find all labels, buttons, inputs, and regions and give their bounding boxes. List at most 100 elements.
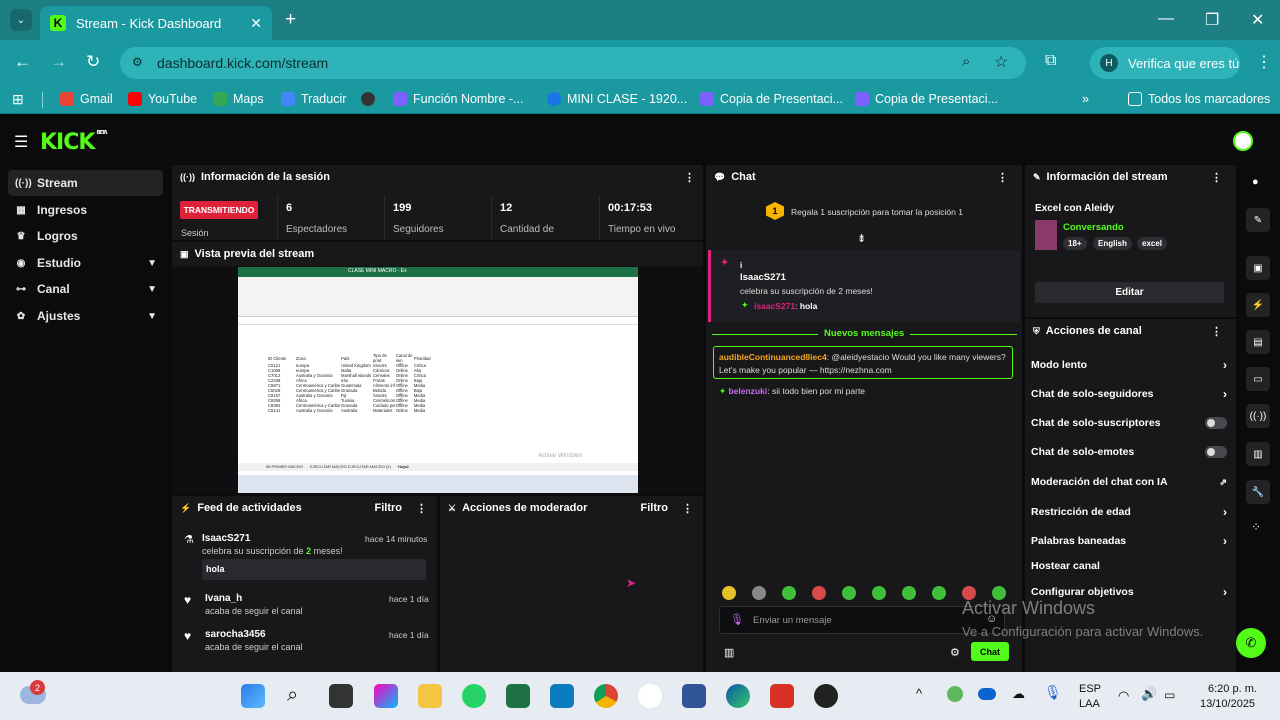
bookmark-copia-2[interactable]: Copia de Presentaci... xyxy=(855,92,998,106)
file-explorer-icon[interactable] xyxy=(418,684,442,708)
tray-chevron-up-icon[interactable]: ^ xyxy=(916,686,922,701)
wifi-icon[interactable]: ◠ xyxy=(1118,688,1129,704)
more-options-icon[interactable]: ⋮ xyxy=(684,171,695,184)
activity-user[interactable]: sarocha3456 xyxy=(205,629,266,640)
edit-tool-icon[interactable]: ✎ xyxy=(1246,208,1270,232)
bookmark-maps[interactable]: Maps xyxy=(213,92,264,106)
more-options-icon[interactable]: ⋮ xyxy=(416,502,427,515)
app-icon[interactable] xyxy=(638,684,662,708)
window-close-icon[interactable]: ✕ xyxy=(1251,10,1264,30)
action-goals[interactable]: Configurar objetivos › xyxy=(1031,585,1227,599)
emote-icon[interactable] xyxy=(812,586,826,600)
kick-logo[interactable]: KICK BETA xyxy=(40,130,108,155)
action-slow-mode[interactable]: Modo lento › xyxy=(1031,358,1227,372)
more-options-icon[interactable]: ⋮ xyxy=(1211,325,1222,338)
microphone-icon[interactable]: 🎙 xyxy=(730,613,744,626)
emote-icon[interactable] xyxy=(722,586,736,600)
chat-tool-icon[interactable]: ▭ xyxy=(1246,367,1270,391)
wps-icon[interactable] xyxy=(770,684,794,708)
tab-list-chevron-icon[interactable]: ⌄ xyxy=(10,9,32,31)
emote-icon[interactable] xyxy=(872,586,886,600)
tray-app-icon[interactable] xyxy=(947,686,963,702)
sidebar-item-canal[interactable]: ⊶ Canal ▼ xyxy=(8,276,163,302)
emote-icon[interactable] xyxy=(842,586,856,600)
user-avatar[interactable] xyxy=(1233,131,1253,151)
sidebar-item-stream[interactable]: ((·)) Stream xyxy=(8,170,163,196)
emote-icon[interactable] xyxy=(782,586,796,600)
action-subscribers-only[interactable]: Chat de solo-suscriptores xyxy=(1031,417,1227,429)
chat-username[interactable]: isaacS271 xyxy=(754,301,795,311)
pinned-collapse-icon[interactable]: ⇟ xyxy=(857,232,866,245)
wrench-tool-icon[interactable]: 🔧 xyxy=(1246,480,1270,504)
action-ai-moderation[interactable]: Moderación del chat con IA ⇗ xyxy=(1031,476,1227,488)
battery-icon[interactable]: ▭ xyxy=(1164,688,1175,702)
language-indicator[interactable]: ESP xyxy=(1079,683,1101,695)
chrome-icon[interactable] xyxy=(594,684,618,708)
tray-cloud-icon[interactable]: ☁ xyxy=(1012,686,1025,702)
chat-username[interactable]: audibleContinuanced8iec4 xyxy=(719,352,827,362)
desktop-app-icon[interactable] xyxy=(550,684,574,708)
url-field[interactable]: ⚙ dashboard.kick.com/stream ⌕ ☆ xyxy=(120,47,1026,79)
preview-tool-icon[interactable]: ▣ xyxy=(1246,256,1270,280)
filter-button[interactable]: Filtro xyxy=(375,502,403,514)
new-tab-icon[interactable]: + xyxy=(285,9,296,31)
store-app-icon[interactable] xyxy=(682,684,706,708)
server-tool-icon[interactable]: ▥ xyxy=(1246,442,1270,466)
send-chat-button[interactable]: Chat xyxy=(971,642,1009,661)
layout-dots-icon[interactable]: ⁘ xyxy=(1251,520,1261,534)
tray-mic-icon[interactable]: 🎙 xyxy=(1044,684,1062,701)
sidebar-item-estudio[interactable]: ◉ Estudio ▼ xyxy=(8,250,163,276)
action-emotes-only[interactable]: Chat de solo-emotes xyxy=(1031,446,1227,458)
emotes-only-toggle[interactable] xyxy=(1205,446,1227,458)
new-messages-label[interactable]: Nuevos mensajes xyxy=(818,328,911,339)
all-bookmarks[interactable]: Todos los marcadores xyxy=(1128,92,1270,106)
onedrive-icon[interactable] xyxy=(978,688,996,700)
chat-settings-gear-icon[interactable]: ⚙ xyxy=(950,646,960,659)
excel-icon[interactable] xyxy=(506,684,530,708)
sidebar-item-ajustes[interactable]: ✿ Ajustes ▼ xyxy=(8,303,163,329)
more-options-icon[interactable]: ⋮ xyxy=(997,171,1008,184)
volume-icon[interactable]: 🔊 xyxy=(1141,686,1157,702)
back-icon[interactable]: ← xyxy=(14,52,31,72)
reload-icon[interactable]: ↻ xyxy=(86,52,100,72)
edit-stream-button[interactable]: Editar xyxy=(1035,282,1224,303)
search-icon[interactable]: ⌕ xyxy=(287,684,298,707)
activity-user[interactable]: IsaacS271 xyxy=(202,533,250,544)
edge-icon[interactable] xyxy=(726,684,750,708)
clock-time[interactable]: 6:20 p. m. xyxy=(1208,683,1257,695)
whatsapp-icon[interactable] xyxy=(462,684,486,708)
more-options-icon[interactable]: ⋮ xyxy=(682,502,693,515)
browser-tab-active[interactable]: K Stream - Kick Dashboard ✕ xyxy=(40,6,272,40)
bookmark-miniclase[interactable]: MINI CLASE - 1920... xyxy=(547,92,687,106)
bookmark-globe[interactable] xyxy=(361,92,381,106)
apps-grid-icon[interactable]: ⊞ xyxy=(12,91,24,108)
extensions-icon[interactable]: ⧉ xyxy=(1045,52,1056,70)
site-info-icon[interactable]: ⚙ xyxy=(132,55,143,69)
start-windows-icon[interactable] xyxy=(241,684,265,708)
emote-icon[interactable] xyxy=(932,586,946,600)
obs-icon[interactable] xyxy=(814,684,838,708)
more-bookmarks-icon[interactable]: » xyxy=(1082,92,1089,106)
action-followers-only[interactable]: Chat de solo-seguidores › xyxy=(1031,387,1227,401)
restore-icon[interactable]: ❐ xyxy=(1205,10,1219,30)
more-options-icon[interactable]: ⋮ xyxy=(1211,171,1222,184)
copilot-icon[interactable] xyxy=(374,684,398,708)
browser-menu-icon[interactable]: ⋮ xyxy=(1256,52,1272,72)
stream-preview-video[interactable]: CLASE MINI MACRO - Ex ID Cliente Zona Pa… xyxy=(238,267,638,493)
store-icon[interactable]: ▥ xyxy=(724,646,734,659)
task-view-icon[interactable] xyxy=(329,684,353,708)
bookmark-gmail[interactable]: Gmail xyxy=(60,92,113,106)
bookmark-funcion[interactable]: Función Nombre -... xyxy=(393,92,523,106)
zoom-search-icon[interactable]: ⌕ xyxy=(962,53,970,70)
chat-sub-user[interactable]: IsaacS271 xyxy=(740,272,786,283)
activity-user[interactable]: Ivana_h xyxy=(205,593,242,604)
help-chat-icon[interactable]: ✆ xyxy=(1236,628,1266,658)
action-host-channel[interactable]: Hostear canal xyxy=(1031,560,1227,572)
bookmark-translate[interactable]: Traducir xyxy=(281,92,346,106)
minimize-icon[interactable]: — xyxy=(1158,10,1174,28)
notes-tool-icon[interactable]: ▤ xyxy=(1246,330,1270,354)
sidebar-item-logros[interactable]: ♛ Logros xyxy=(8,223,163,249)
clock-date[interactable]: 13/10/2025 xyxy=(1200,698,1255,710)
chat-username[interactable]: belenzuki xyxy=(728,386,767,396)
filter-button[interactable]: Filtro xyxy=(641,502,669,514)
